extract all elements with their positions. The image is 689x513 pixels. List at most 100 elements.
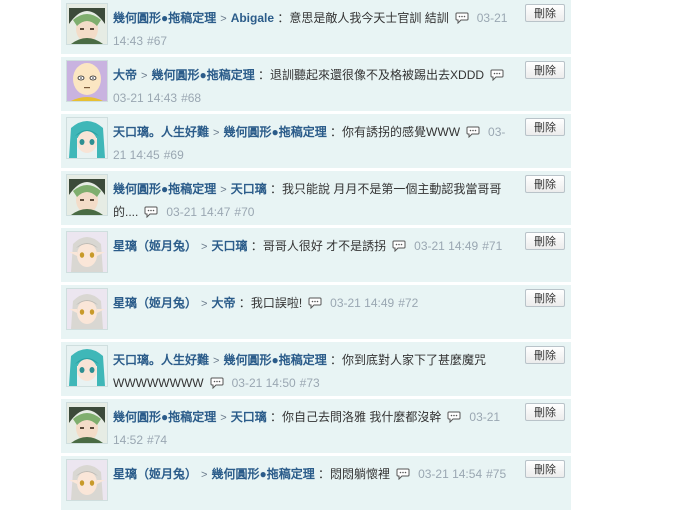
comment-author[interactable]: 星璃（姬月兔） — [113, 296, 197, 310]
reply-target[interactable]: 幾何圓形●拖稿定理 — [223, 353, 326, 367]
reply-arrow-icon: > — [201, 241, 208, 253]
delete-button[interactable]: 刪除 — [525, 232, 565, 250]
colon-separator: ： — [266, 410, 283, 424]
reply-target[interactable]: 天口璃 — [211, 239, 247, 253]
comment-row: 星璃（姬月兔） > 大帝 ：我口誤啦! 03-21 14:49 #72 刪除 — [61, 285, 571, 342]
comment-time: 03-21 14:50 — [231, 376, 296, 390]
comment-time: 03-21 14:54 — [418, 467, 483, 481]
comment-time: 03-21 14:49 — [330, 296, 395, 310]
comment-author[interactable]: 天口璃。人生好難 — [113, 353, 209, 367]
comment-number[interactable]: #70 — [234, 205, 254, 219]
reply-arrow-icon: > — [201, 298, 208, 310]
colon-separator: ： — [247, 239, 263, 253]
avatar[interactable] — [66, 3, 108, 45]
comment-row: 幾何圓形●拖稿定理 > Abigale ：意思是敵人我今天士官訓 結訓 03-21 1… — [61, 0, 571, 57]
colon-separator: ： — [326, 353, 343, 367]
comment-author[interactable]: 大帝 — [113, 68, 137, 82]
comment-body: 大帝 > 幾何圓形●拖稿定理 ：退訓聽起來還很像不及格被踢出去XDDD 03-21 1… — [113, 64, 513, 109]
comment-text: 意思是敵人我今天士官訓 結訓 — [289, 11, 449, 25]
avatar[interactable] — [66, 60, 108, 102]
delete-button[interactable]: 刪除 — [525, 4, 565, 22]
delete-button[interactable]: 刪除 — [525, 61, 565, 79]
colon-separator: ： — [314, 467, 331, 481]
comment-number[interactable]: #69 — [164, 148, 184, 162]
comment-row: 星璃（姬月兔） > 幾何圓形●拖稿定理 ：悶悶躺懷裡 03-21 14:54 #75 刪除 — [61, 456, 571, 513]
comment-text: 哥哥人很好 才不是誘拐 — [262, 239, 387, 253]
comment-time: 03-21 14:49 — [414, 239, 479, 253]
comment-body: 幾何圓形●拖稿定理 > 天口璃 ：你自己去問洛雅 我什麼都沒幹 03-21 14:52… — [113, 406, 513, 451]
comment-number[interactable]: #68 — [181, 91, 201, 105]
reply-icon[interactable] — [210, 374, 224, 390]
comment-row: 大帝 > 幾何圓形●拖稿定理 ：退訓聽起來還很像不及格被踢出去XDDD 03-21 1… — [61, 57, 571, 114]
comment-number[interactable]: #74 — [147, 433, 167, 447]
reply-target[interactable]: 幾何圓形●拖稿定理 — [151, 68, 254, 82]
reply-target[interactable]: 幾何圓形●拖稿定理 — [223, 125, 326, 139]
comment-author[interactable]: 星璃（姬月兔） — [113, 239, 197, 253]
avatar[interactable] — [66, 117, 108, 159]
avatar[interactable] — [66, 402, 108, 444]
reply-arrow-icon: > — [201, 469, 208, 481]
reply-arrow-icon: > — [220, 412, 227, 424]
comment-row: 幾何圓形●拖稿定理 > 天口璃 ：你自己去問洛雅 我什麼都沒幹 03-21 14:52… — [61, 399, 571, 456]
reply-arrow-icon: > — [213, 355, 220, 367]
comment-number[interactable]: #73 — [300, 376, 320, 390]
reply-target[interactable]: 天口璃 — [231, 410, 267, 424]
delete-button[interactable]: 刪除 — [525, 403, 565, 421]
comment-number[interactable]: #75 — [486, 467, 506, 481]
reply-arrow-icon: > — [213, 127, 220, 139]
comment-author[interactable]: 幾何圓形●拖稿定理 — [113, 182, 216, 196]
comment-number[interactable]: #67 — [147, 34, 167, 48]
reply-icon[interactable] — [447, 408, 461, 424]
comment-text: 你自己去問洛雅 我什麼都沒幹 — [282, 410, 442, 424]
comment-row: 星璃（姬月兔） > 天口璃 ：哥哥人很好 才不是誘拐 03-21 14:49 #71 刪除 — [61, 228, 571, 285]
comment-row: 天口璃。人生好難 > 幾何圓形●拖稿定理 ：你到底對人家下了甚麼魔咒WWWWWWWW… — [61, 342, 571, 399]
delete-button[interactable]: 刪除 — [525, 118, 565, 136]
comment-number[interactable]: #71 — [482, 239, 502, 253]
comment-author[interactable]: 天口璃。人生好難 — [113, 125, 209, 139]
reply-icon[interactable] — [455, 9, 469, 25]
reply-icon[interactable] — [396, 465, 410, 481]
comment-body: 星璃（姬月兔） > 大帝 ：我口誤啦! 03-21 14:49 #72 — [113, 292, 513, 315]
comment-text: 悶悶躺懷裡 — [330, 467, 391, 481]
delete-button[interactable]: 刪除 — [525, 289, 565, 307]
colon-separator: ： — [235, 296, 251, 310]
avatar[interactable] — [66, 459, 108, 501]
comment-text: 我口誤啦! — [250, 296, 303, 310]
avatar[interactable] — [66, 288, 108, 330]
comment-number[interactable]: #72 — [398, 296, 418, 310]
comment-body: 天口璃。人生好難 > 幾何圓形●拖稿定理 ：你有誘拐的感覺WWW 03-21 14:4… — [113, 121, 513, 166]
reply-icon[interactable] — [466, 123, 480, 139]
avatar[interactable] — [66, 174, 108, 216]
comment-text: 你有誘拐的感覺WWW — [342, 125, 461, 139]
comment-author[interactable]: 幾何圓形●拖稿定理 — [113, 410, 216, 424]
reply-target[interactable]: 幾何圓形●拖稿定理 — [211, 467, 314, 481]
reply-icon[interactable] — [392, 237, 406, 253]
reply-icon[interactable] — [308, 294, 322, 310]
delete-button[interactable]: 刪除 — [525, 460, 565, 478]
reply-arrow-icon: > — [141, 70, 148, 82]
reply-arrow-icon: > — [220, 13, 227, 25]
comment-body: 星璃（姬月兔） > 天口璃 ：哥哥人很好 才不是誘拐 03-21 14:49 #71 — [113, 235, 513, 258]
colon-separator: ： — [326, 125, 343, 139]
comment-row: 幾何圓形●拖稿定理 > 天口璃 ：我只能說 月月不是第一個主動認我當哥哥的.... 0… — [61, 171, 571, 228]
avatar[interactable] — [66, 345, 108, 387]
colon-separator: ： — [254, 68, 271, 82]
comment-body: 星璃（姬月兔） > 幾何圓形●拖稿定理 ：悶悶躺懷裡 03-21 14:54 #75 — [113, 463, 513, 486]
delete-button[interactable]: 刪除 — [525, 346, 565, 364]
reply-target[interactable]: 大帝 — [211, 296, 235, 310]
reply-icon[interactable] — [144, 203, 158, 219]
comment-body: 幾何圓形●拖稿定理 > Abigale ：意思是敵人我今天士官訓 結訓 03-21 1… — [113, 7, 513, 52]
colon-separator: ： — [266, 182, 283, 196]
comment-author[interactable]: 星璃（姬月兔） — [113, 467, 197, 481]
comment-time: 03-21 14:47 — [166, 205, 231, 219]
reply-target[interactable]: Abigale — [231, 11, 274, 25]
comment-author[interactable]: 幾何圓形●拖稿定理 — [113, 11, 216, 25]
avatar[interactable] — [66, 231, 108, 273]
comment-row: 天口璃。人生好難 > 幾何圓形●拖稿定理 ：你有誘拐的感覺WWW 03-21 14:4… — [61, 114, 571, 171]
reply-target[interactable]: 天口璃 — [231, 182, 267, 196]
comment-body: 天口璃。人生好難 > 幾何圓形●拖稿定理 ：你到底對人家下了甚麼魔咒WWWWWWWW… — [113, 349, 513, 394]
reply-icon[interactable] — [490, 66, 504, 82]
comment-body: 幾何圓形●拖稿定理 > 天口璃 ：我只能說 月月不是第一個主動認我當哥哥的.... 0… — [113, 178, 513, 223]
delete-button[interactable]: 刪除 — [525, 175, 565, 193]
comment-text: 退訓聽起來還很像不及格被踢出去XDDD — [270, 68, 485, 82]
